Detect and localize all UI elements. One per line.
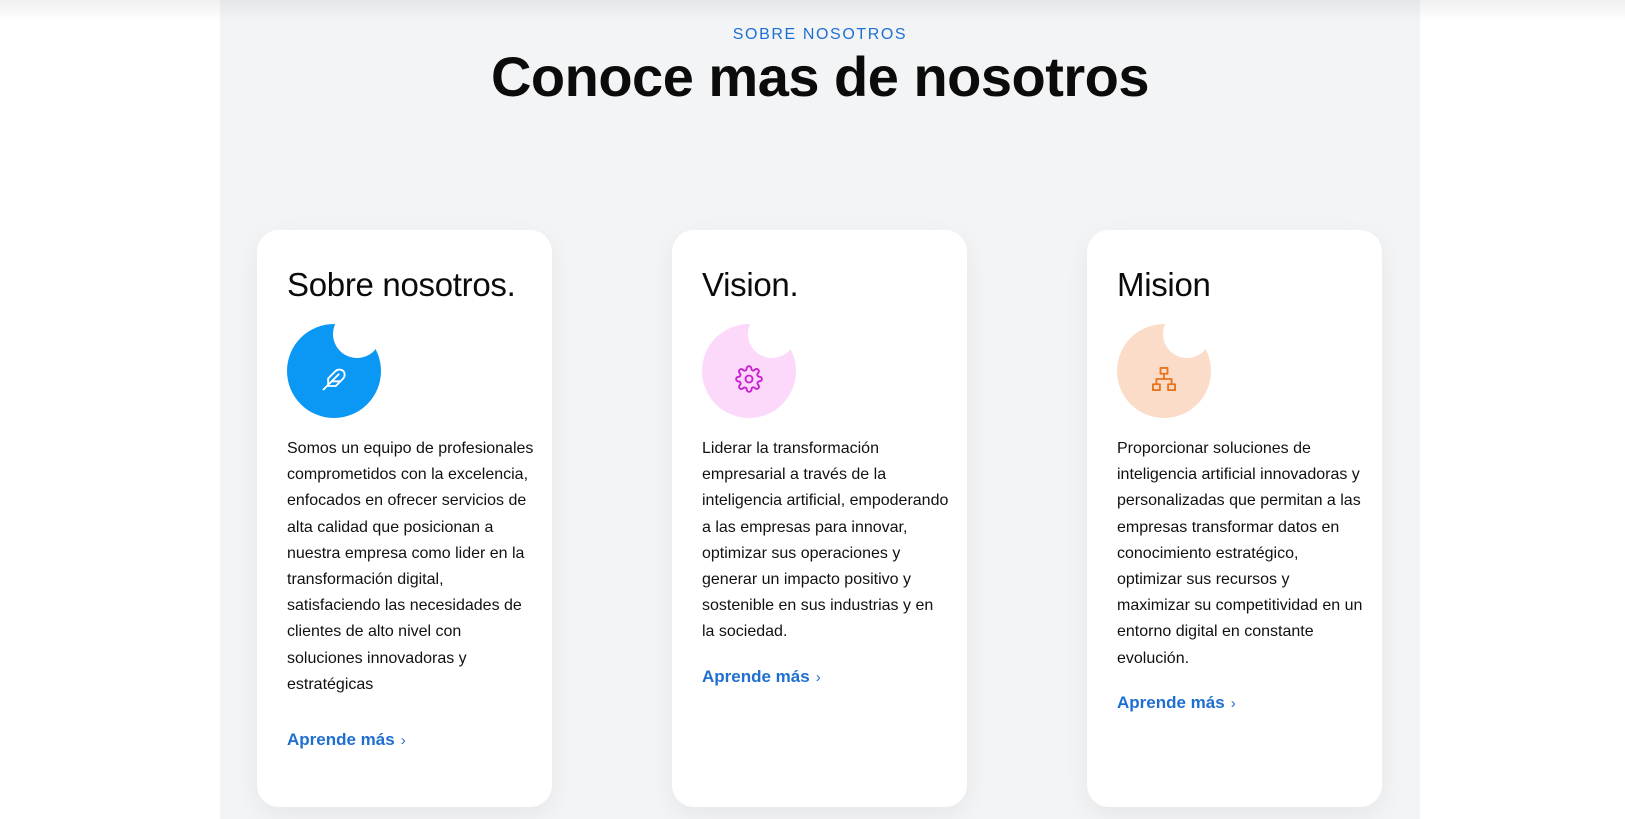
gear-icon bbox=[735, 365, 763, 393]
sitemap-icon bbox=[1151, 366, 1177, 392]
learn-more-label: Aprende más bbox=[702, 667, 810, 686]
feather-icon bbox=[322, 368, 346, 391]
about-section: SOBRE NOSOTROS Conoce mas de nosotros So… bbox=[220, 0, 1420, 819]
header-shadow bbox=[0, 0, 1625, 22]
card-title: Vision. bbox=[702, 266, 799, 303]
card-title: Sobre nosotros. bbox=[287, 266, 516, 303]
card-icon-badge bbox=[287, 310, 381, 418]
section-eyebrow: SOBRE NOSOTROS bbox=[732, 26, 908, 43]
learn-more-link[interactable]: Aprende más › bbox=[287, 730, 406, 750]
card-description: Liderar la transformación empresarial a … bbox=[702, 440, 949, 641]
chevron-right-icon: › bbox=[1230, 695, 1236, 712]
chevron-right-icon: › bbox=[400, 732, 406, 749]
card-icon-badge bbox=[702, 310, 796, 418]
card-description: Proporcionar soluciones de inteligencia … bbox=[1117, 440, 1363, 667]
about-card: Sobre nosotros. Somos un equipo de profe… bbox=[257, 230, 552, 807]
learn-more-label: Aprende más bbox=[287, 730, 395, 749]
learn-more-link[interactable]: Aprende más › bbox=[1117, 693, 1236, 713]
learn-more-link[interactable]: Aprende más › bbox=[702, 667, 821, 687]
learn-more-label: Aprende más bbox=[1117, 693, 1225, 712]
card-title: Mision bbox=[1117, 266, 1211, 303]
card-icon-badge bbox=[1117, 310, 1211, 418]
card-description: Somos un equipo de profesionales comprom… bbox=[287, 440, 534, 693]
mission-card: Mision Proporcionar soluciones de inteli… bbox=[1087, 230, 1382, 807]
section-title: Conoce mas de nosotros bbox=[490, 45, 1150, 108]
chevron-right-icon: › bbox=[815, 669, 821, 686]
vision-card: Vision. Liderar la transformación empres… bbox=[672, 230, 967, 807]
page: SOBRE NOSOTROS Conoce mas de nosotros So… bbox=[0, 0, 1625, 819]
